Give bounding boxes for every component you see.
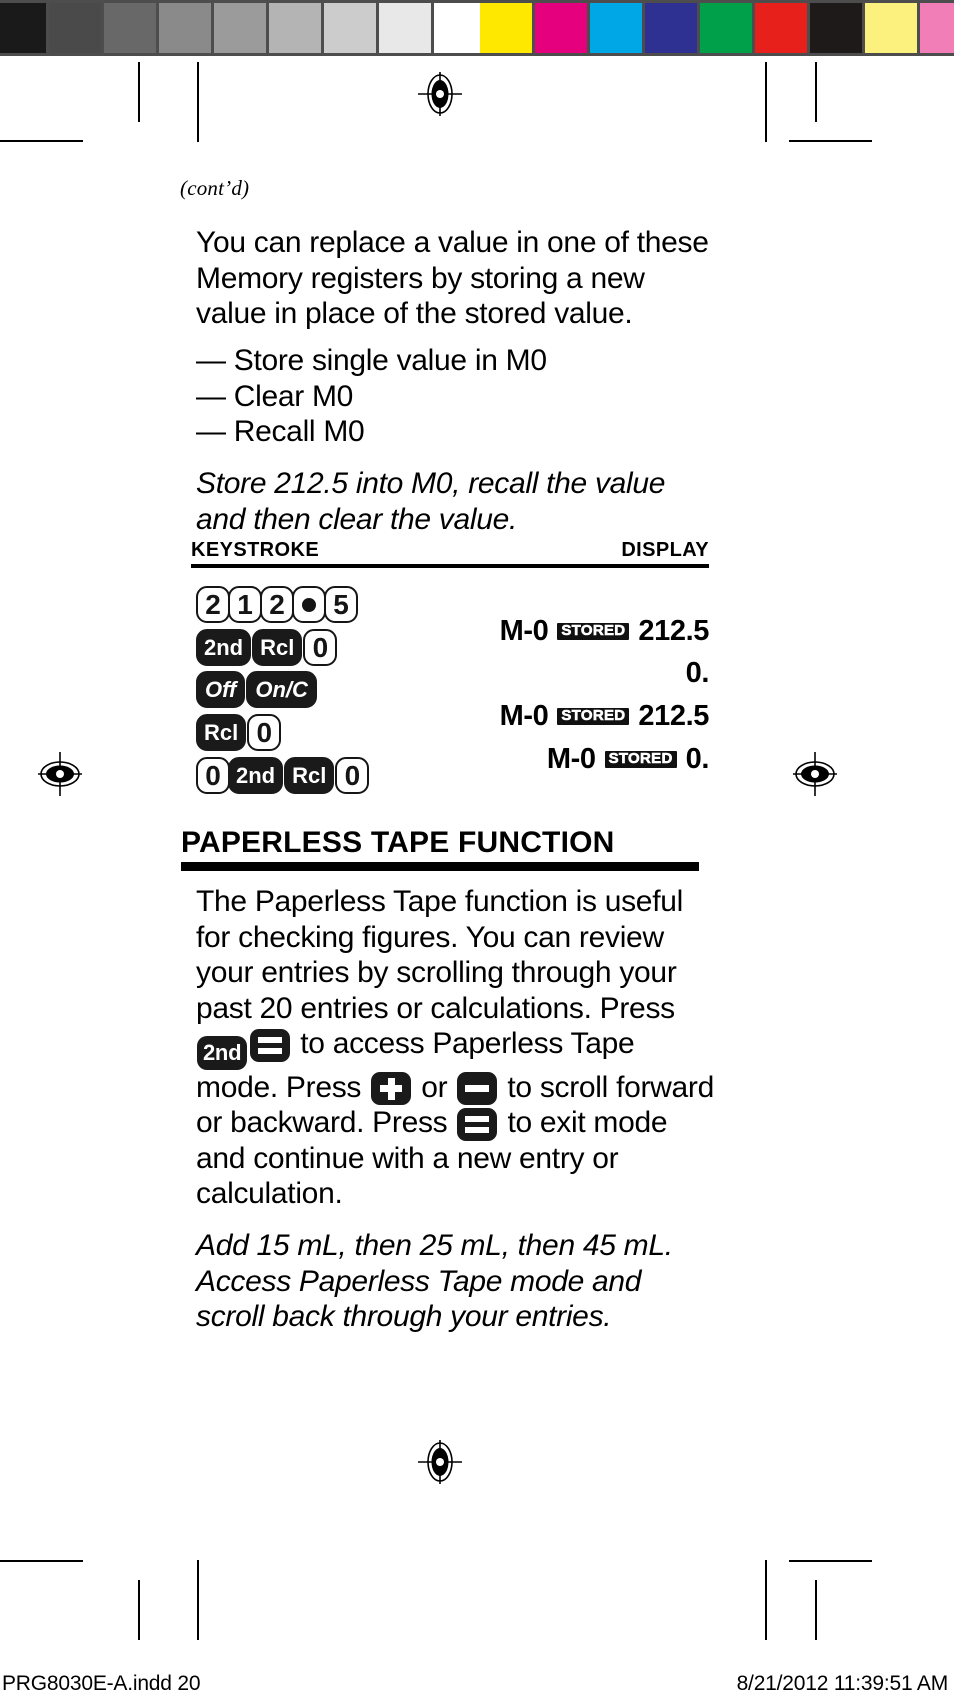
color-calibration-bar	[480, 0, 954, 56]
color-swatch	[865, 3, 917, 53]
key-equals-icon-2	[457, 1107, 498, 1141]
crop-mark-top-right-vertical-inner	[765, 62, 767, 142]
print-calibration-bars	[0, 0, 954, 56]
display-memory-label: M-0	[499, 614, 549, 647]
paperless-tape-example-block: Add 15 mL, then 25 mL, then 45 mL. Acces…	[196, 1228, 716, 1335]
key-0-icon: 0	[196, 757, 230, 794]
key-2nd-icon: 2nd	[228, 757, 284, 794]
paperless-tape-description-block: The Paperless Tape function is useful fo…	[196, 884, 716, 1212]
crop-mark-bottom-right-vertical	[815, 1580, 817, 1640]
display-value: 212.5	[638, 614, 709, 647]
display-memory-label: M-0	[546, 742, 596, 775]
key-equals-icon	[250, 1028, 291, 1062]
keystroke-sequence: 2125	[196, 586, 358, 623]
key-2-icon: 2	[260, 586, 294, 623]
example-instruction-block: Store 212.5 into M0, recall the value an…	[196, 466, 716, 537]
grayscale-swatch	[379, 3, 431, 53]
intro-paragraph-block: You can replace a value in one of these …	[196, 225, 716, 332]
key-rcl-icon: Rcl	[284, 757, 335, 794]
crop-mark-bottom-right-vertical-inner	[765, 1560, 767, 1640]
memory-operations-list: — Store single value in M0 — Clear M0 — …	[196, 343, 716, 450]
section-title-rule	[181, 862, 699, 871]
column-header-keystroke: KEYSTROKE	[191, 539, 320, 561]
section-title: PAPERLESS TAPE FUNCTION	[181, 826, 615, 859]
registration-target-left	[38, 752, 82, 796]
list-item: — Clear M0	[196, 379, 354, 413]
list-item: — Recall M0	[196, 415, 365, 448]
keystroke-sequence: 2nd Rcl 0	[196, 629, 338, 666]
grayscale-swatch	[269, 3, 321, 53]
color-swatch	[645, 3, 697, 53]
key-1-icon: 1	[228, 586, 262, 623]
grayscale-swatch	[0, 3, 46, 53]
color-swatch	[700, 3, 752, 53]
crop-mark-top-right-horizontal	[789, 140, 872, 142]
key-5-icon: 5	[324, 586, 358, 623]
grayscale-swatch	[434, 3, 486, 53]
continued-label: (cont’d)	[180, 176, 250, 200]
key-rcl-icon: Rcl	[252, 629, 303, 666]
display-value: 212.5	[638, 699, 709, 732]
key-2nd-icon: 2nd	[197, 1035, 248, 1070]
keystroke-sequence: 0 2nd Rcl 0	[196, 757, 370, 794]
color-swatch	[535, 3, 587, 53]
crop-mark-bottom-right-horizontal	[789, 1560, 872, 1562]
description-part-3: or	[421, 1070, 448, 1104]
display-stored-badge: STORED	[557, 707, 630, 725]
key-rcl-icon: Rcl	[196, 714, 247, 751]
registration-target-right	[793, 752, 837, 796]
display-value: 0.	[685, 742, 710, 775]
grayscale-swatch	[49, 3, 101, 53]
display-stored-badge: STORED	[604, 750, 677, 768]
paperless-tape-description: The Paperless Tape function is useful fo…	[196, 884, 716, 1212]
key-0-icon: 0	[247, 714, 282, 751]
key-off-icon: Off	[196, 671, 246, 708]
grayscale-calibration-bar	[0, 0, 489, 56]
paperless-tape-example: Add 15 mL, then 25 mL, then 45 mL. Acces…	[196, 1229, 673, 1333]
keystroke-sequence: Rcl 0	[196, 714, 282, 751]
crop-mark-top-left-vertical-inner	[197, 62, 199, 142]
crop-mark-bottom-left-vertical	[138, 1580, 140, 1640]
key-2nd-icon: 2nd	[196, 629, 252, 666]
display-memory-label: M-0	[499, 699, 549, 732]
intro-paragraph: You can replace a value in one of these …	[196, 226, 709, 330]
crop-mark-top-left-horizontal	[0, 140, 83, 142]
key-plus-icon	[371, 1072, 412, 1106]
list-item: — Store single value in M0	[196, 344, 547, 377]
color-swatch	[480, 3, 532, 53]
crop-mark-bottom-left-horizontal	[0, 1560, 83, 1562]
keystroke-table-header: KEYSTROKE DISPLAY	[191, 539, 709, 562]
key-on-c-icon: On/C	[246, 671, 317, 708]
grayscale-swatch	[159, 3, 211, 53]
registration-target-bottom	[418, 1440, 462, 1484]
example-instruction: Store 212.5 into M0, recall the value an…	[196, 467, 666, 536]
key-0-icon: 0	[303, 629, 338, 666]
crop-mark-top-left-vertical	[138, 62, 140, 122]
key-decimal-point-icon	[292, 586, 326, 623]
footer-timestamp: 8/21/2012 11:39:51 AM	[736, 1672, 949, 1695]
grayscale-swatch	[214, 3, 266, 53]
color-swatch	[755, 3, 807, 53]
crop-mark-top-right-vertical	[815, 62, 817, 122]
keystroke-sequence: Off On/C	[196, 671, 318, 708]
crop-mark-bottom-left-vertical-inner	[197, 1560, 199, 1640]
registration-target-top	[418, 72, 462, 116]
display-stored-badge: STORED	[557, 622, 630, 640]
table-header-rule	[191, 564, 709, 568]
display-value: 0.	[685, 656, 710, 689]
column-header-display: DISPLAY	[621, 539, 709, 561]
color-swatch	[810, 3, 862, 53]
color-swatch	[590, 3, 642, 53]
footer-filename: PRG8030E-A.indd 20	[2, 1672, 201, 1695]
key-minus-icon	[457, 1072, 498, 1106]
description-part-1: The Paperless Tape function is useful fo…	[196, 885, 683, 1025]
key-0-icon: 0	[335, 757, 370, 794]
grayscale-swatch	[324, 3, 376, 53]
color-swatch	[920, 3, 954, 53]
key-2-icon: 2	[196, 586, 230, 623]
grayscale-swatch	[104, 3, 156, 53]
